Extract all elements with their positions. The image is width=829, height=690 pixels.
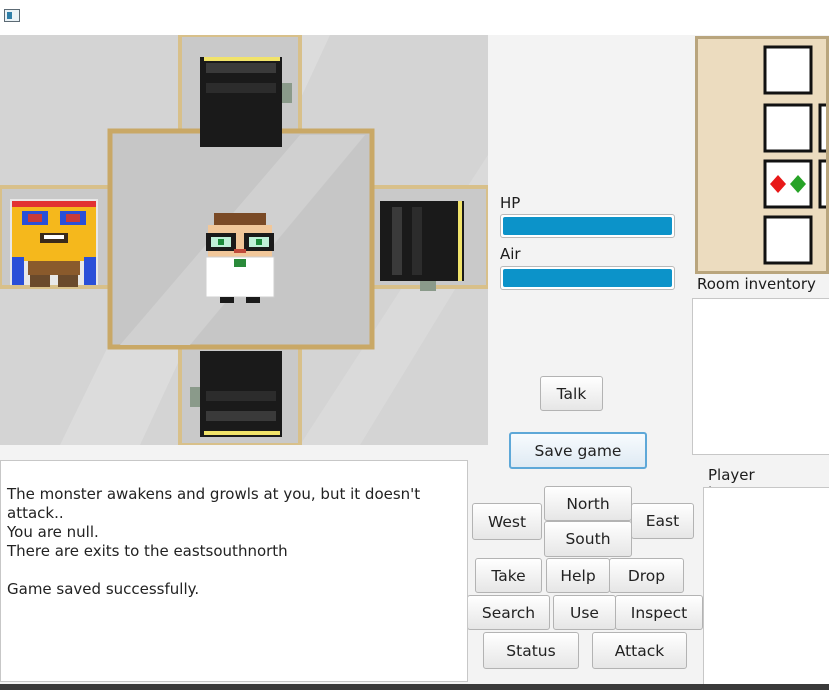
south-button[interactable]: South: [544, 521, 632, 557]
room-inventory-list[interactable]: [692, 298, 829, 455]
hp-label: HP: [500, 194, 521, 212]
air-label: Air: [500, 245, 521, 263]
minimap: [695, 36, 829, 274]
attack-button[interactable]: Attack: [592, 632, 687, 669]
room-scene: [0, 35, 488, 445]
talk-button[interactable]: Talk: [540, 376, 603, 411]
window-bottom-edge: [0, 684, 829, 690]
minimap-room: [763, 215, 813, 265]
hp-bar-fill: [503, 217, 672, 235]
message-log[interactable]: The monster awakens and growls at you, b…: [0, 460, 468, 682]
monster-sprite: [10, 199, 98, 287]
east-button[interactable]: East: [631, 503, 694, 539]
north-door: [200, 57, 292, 147]
app-window-icon: [4, 9, 20, 22]
save-game-button[interactable]: Save game: [509, 432, 647, 469]
take-button[interactable]: Take: [475, 558, 542, 593]
search-button[interactable]: Search: [467, 595, 550, 630]
air-bar-fill: [503, 269, 672, 287]
east-door: [380, 201, 464, 291]
minimap-room: [763, 45, 813, 95]
help-button[interactable]: Help: [546, 558, 610, 593]
inspect-button[interactable]: Inspect: [615, 595, 703, 630]
minimap-room: [818, 159, 826, 209]
player-inventory-list[interactable]: [703, 487, 829, 685]
north-button[interactable]: North: [544, 486, 632, 521]
minimap-grid: [763, 45, 826, 265]
game-room-view: [0, 35, 488, 445]
player-sprite: [205, 213, 275, 303]
air-bar: [500, 266, 675, 290]
title-bar: [0, 0, 829, 35]
drop-button[interactable]: Drop: [609, 558, 684, 593]
use-button[interactable]: Use: [553, 595, 616, 630]
minimap-room: [763, 103, 813, 153]
room-inventory-label: Room inventory: [697, 275, 816, 293]
hp-bar: [500, 214, 675, 238]
minimap-room: [818, 103, 826, 153]
west-button[interactable]: West: [472, 503, 542, 540]
south-door: [190, 351, 282, 437]
status-button[interactable]: Status: [483, 632, 579, 669]
